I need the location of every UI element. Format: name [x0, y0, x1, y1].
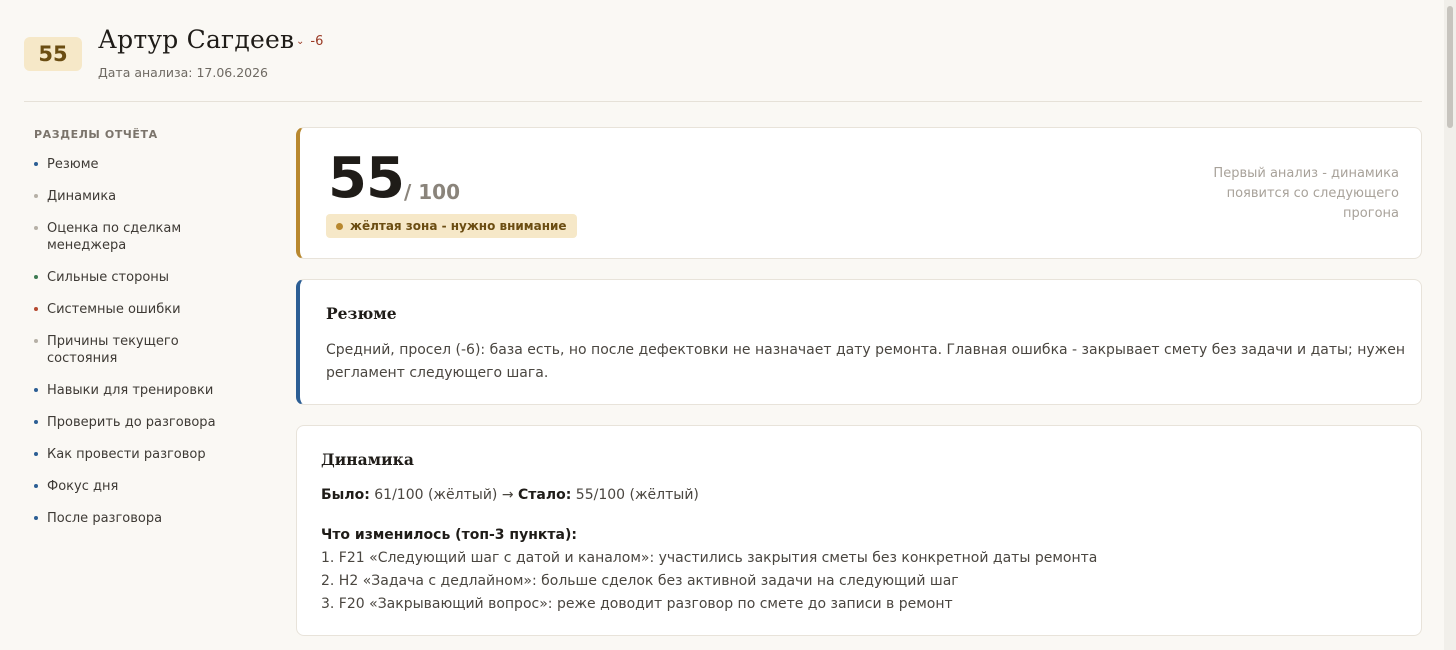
bullet-dot-icon [34, 452, 38, 456]
dynamics-note: Первый анализ - динамика появится со сле… [1213, 166, 1399, 221]
sidebar-item-label: Сильные стороны [47, 270, 170, 285]
bullet-dot-icon [34, 420, 38, 424]
bullet-dot-icon [34, 516, 38, 520]
sidebar-item[interactable]: Сильные стороны [34, 269, 234, 286]
score-comparison: Было: 61/100 (жёлтый) → Стало: 55/100 (ж… [321, 484, 1401, 507]
manager-name: Артур Сагдеев [98, 25, 295, 54]
sidebar-item[interactable]: После разговора [34, 510, 234, 527]
sidebar-item-label: Оценка по сделкам менеджера [47, 221, 182, 253]
score-card: 55 / 100 жёлтая зона - нужно внимание Пе… [296, 127, 1422, 259]
big-score: 55 [328, 146, 405, 211]
report-header: 55 Артур Сагдеев ⌄ -6 Дата анализа: 17.0… [24, 22, 1422, 102]
scrollbar[interactable] [1444, 0, 1456, 650]
sidebar-item-label: Динамика [47, 189, 117, 204]
resume-title: Резюме [326, 304, 397, 323]
change-item: 2. H2 «Задача с дедлайном»: больше сдело… [321, 573, 959, 589]
sidebar-item[interactable]: Системные ошибки [34, 301, 234, 318]
chevron-down-icon: ⌄ [296, 36, 305, 47]
sidebar-item-label: Фокус дня [47, 479, 119, 494]
score-badge: 55 [24, 37, 82, 71]
dynamics-title: Динамика [321, 450, 414, 469]
score-delta: ⌄ -6 [296, 34, 323, 49]
report-sections-nav: РАЗДЕЛЫ ОТЧЁТА Резюме Динамика Оценка по с… [34, 128, 234, 542]
sidebar-item[interactable]: Резюме [34, 156, 234, 173]
change-item: 1. F21 «Следующий шаг с датой и каналом»… [321, 550, 1098, 566]
sidebar-item[interactable]: Динамика [34, 188, 234, 205]
bullet-dot-icon [34, 275, 38, 279]
sidebar-item-label: Навыки для тренировки [47, 383, 214, 398]
arrow-right-icon: → [501, 487, 514, 503]
changes-title: Что изменилось (топ-3 пункта): [321, 527, 577, 543]
sidebar-item[interactable]: Фокус дня [34, 478, 234, 495]
sidebar-item[interactable]: Проверить до разговора [34, 414, 234, 431]
zone-dot-icon [336, 222, 343, 230]
bullet-dot-icon [34, 388, 38, 392]
bullet-dot-icon [34, 194, 38, 198]
was-label: Было: [321, 487, 370, 503]
now-value: 55/100 (жёлтый) [575, 487, 699, 503]
sidebar-item-label: Причины текущего состояния [47, 334, 179, 366]
sidebar-item-label: Как провести разговор [47, 447, 206, 462]
sidebar-item[interactable]: Как провести разговор [34, 446, 234, 463]
sidebar-title: РАЗДЕЛЫ ОТЧЁТА [34, 128, 158, 141]
sidebar-item-label: После разговора [47, 511, 163, 526]
zone-badge: жёлтая зона - нужно внимание [326, 214, 577, 238]
now-label: Стало: [518, 487, 572, 503]
score-max: / 100 [404, 180, 461, 204]
scrollbar-thumb[interactable] [1447, 6, 1453, 128]
bullet-dot-icon [34, 339, 38, 343]
sidebar-item-label: Системные ошибки [47, 302, 181, 317]
sidebar-item-label: Проверить до разговора [47, 415, 216, 430]
sidebar-item[interactable]: Оценка по сделкам менеджера [34, 220, 234, 254]
analysis-date: Дата анализа: 17.06.2026 [98, 65, 269, 80]
bullet-dot-icon [34, 162, 38, 166]
bullet-dot-icon [34, 307, 38, 311]
was-value: 61/100 (жёлтый) [374, 487, 498, 503]
resume-text: Средний, просел (-6): база есть, но посл… [326, 342, 1406, 381]
change-item: 3. F20 «Закрывающий вопрос»: реже доводи… [321, 596, 953, 612]
sidebar-item[interactable]: Причины текущего состояния [34, 333, 234, 367]
sidebar-item-label: Резюме [47, 157, 99, 172]
bullet-dot-icon [34, 226, 38, 230]
dynamics-card: Динамика Было: 61/100 (жёлтый) → Стало: … [296, 425, 1422, 636]
sidebar-item[interactable]: Навыки для тренировки [34, 382, 234, 399]
resume-card: Резюме Средний, просел (-6): база есть, … [296, 279, 1422, 405]
zone-label: жёлтая зона - нужно внимание [350, 219, 567, 233]
score-delta-value: -6 [310, 34, 324, 49]
bullet-dot-icon [34, 484, 38, 488]
dynamics-body: Было: 61/100 (жёлтый) → Стало: 55/100 (ж… [321, 484, 1401, 616]
